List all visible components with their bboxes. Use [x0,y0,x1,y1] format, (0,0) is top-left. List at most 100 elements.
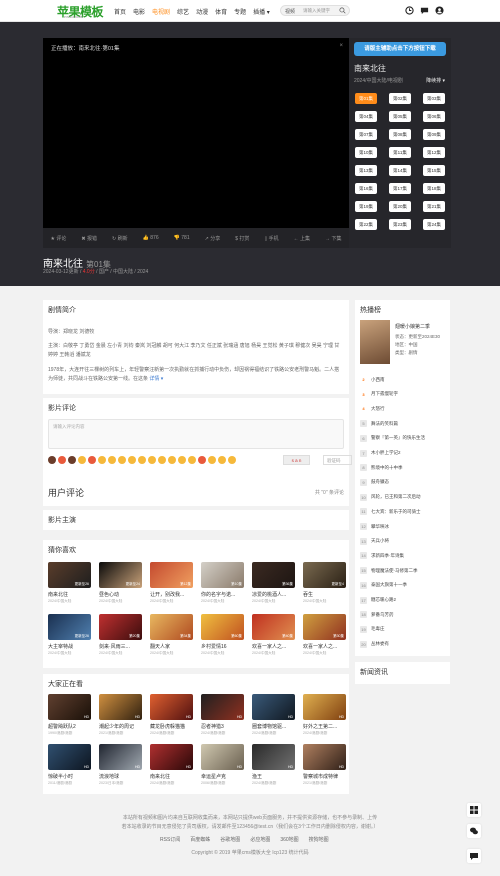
rank-item[interactable]: 13 天兵小将 [360,537,448,545]
emoji-icon[interactable] [188,456,196,464]
emoji-icon[interactable] [228,456,236,464]
video-item[interactable]: 更新至24 昼色心动 2024/中国大陆 [99,562,142,610]
video-thumbnail[interactable]: 第12集 [150,562,193,588]
episode-button[interactable]: 第02集 [389,93,411,104]
video-title[interactable]: 流浪地球 [99,773,142,780]
episode-button[interactable]: 第01集 [355,93,377,104]
footer-link-google[interactable]: 谷歌地图 [220,836,240,843]
history-icon[interactable] [405,6,414,15]
rank-item[interactable]: 7 木小胖上学记2 [360,449,448,457]
rank-item[interactable]: 6 警察『第一英』的快乐生活 [360,434,448,442]
emoji-icon[interactable] [78,456,86,464]
video-item[interactable]: HD 忍者神猎3 2024/港剧/港剧 [201,694,244,742]
report-button[interactable]: ✖ 报错 [81,235,97,242]
video-thumbnail[interactable]: 第10集 [201,562,244,588]
rank-item[interactable]: 10 风轮，已王和第二次后动 [360,493,448,501]
captcha-input[interactable]: 验证码 [323,455,352,465]
video-item[interactable]: 第60集 乡村爱情16 2024/中国大陆 [201,614,244,662]
nav-topic[interactable]: 专题 [234,7,246,16]
episode-button[interactable]: 第06集 [423,111,445,122]
episode-button[interactable]: 第15集 [423,165,445,176]
emoji-icon[interactable] [178,456,186,464]
video-thumbnail[interactable]: 第60集 [201,614,244,640]
emoji-icon[interactable] [218,456,226,464]
episode-button[interactable]: 第12集 [423,147,445,158]
footer-link-baidu[interactable]: 百度蜘蛛 [190,836,210,843]
video-title[interactable]: 忍者神猎3 [201,723,244,730]
video-thumbnail[interactable]: 第36集 [252,562,295,588]
episode-button[interactable]: 第08集 [389,129,411,140]
nav-home[interactable]: 首页 [114,7,126,16]
episode-button[interactable]: 第22集 [355,219,377,230]
video-title[interactable]: 惊破半小时 [48,773,91,780]
tip-button[interactable]: $ 打赏 [235,235,249,242]
search-box[interactable]: 视频 请输入关键字 [280,5,350,16]
video-thumbnail[interactable]: 第34集 [150,614,193,640]
episode-button[interactable]: 第07集 [355,129,377,140]
video-item[interactable]: HD 南来北往 2024/港剧/港剧 [150,744,193,792]
episode-button[interactable]: 第24集 [423,219,445,230]
search-input[interactable]: 请输入关键字 [303,8,330,14]
episode-button[interactable]: 第11集 [389,147,411,158]
video-item[interactable]: 第20集 剑来·风雨三... 2024/中国大陆 [99,614,142,662]
prev-episode-button[interactable]: ← 上集 [294,235,310,242]
emoji-icon[interactable] [198,456,206,464]
episode-button[interactable]: 第09集 [423,129,445,140]
video-title[interactable]: 大主宰特战 [48,643,91,650]
footer-link-360[interactable]: 360地图 [280,836,298,843]
float-wechat-button[interactable] [467,824,481,838]
emoji-icon[interactable] [48,456,56,464]
video-title[interactable]: 凉爱的桃酒人... [252,591,295,598]
hot-top-name[interactable]: 翅暖小娘第二季 [395,323,430,330]
dislike-button[interactable]: 👎 781 [174,235,190,241]
video-thumbnail[interactable]: HD [201,744,244,770]
video-thumbnail[interactable]: HD [48,744,91,770]
footer-link-rss[interactable]: RSS订阅 [160,836,180,843]
video-thumbnail[interactable]: 第20集 [99,614,142,640]
episode-button[interactable]: 第16集 [355,183,377,194]
video-title[interactable]: 圈套博物馆驱... [252,723,295,730]
video-thumbnail[interactable]: 第40集 [252,614,295,640]
rank-item[interactable]: 8 熊境中的十中季 [360,464,448,472]
video-title[interactable]: 超警飚跃队2 [48,723,91,730]
nav-tv[interactable]: 电视剧 [152,7,170,16]
video-title[interactable]: 你的名字与诺... [201,591,244,598]
video-player[interactable]: 正在播放：南来北往·第01集 × [43,38,349,228]
video-title[interactable]: 剑来·风雨三... [99,643,142,650]
float-phone-button[interactable] [467,803,481,817]
video-item[interactable]: HD 警察城市成特律 2021/港剧/港剧 [303,744,346,792]
video-title[interactable]: 潮起少年的周记 [99,723,142,730]
video-title[interactable]: 渔王 [252,773,295,780]
video-item[interactable]: HD 流浪地球 2023/日本/港剧 [99,744,142,792]
rank-item[interactable]: 14 求新四季·年诗集 [360,552,448,560]
download-button[interactable]: 请版主辅助点击下方按钮下载 [354,42,446,56]
video-title[interactable]: 欢喜一家人之... [303,643,346,650]
footer-link-bing[interactable]: 必应地图 [250,836,270,843]
video-title[interactable]: 警察城市成特律 [303,773,346,780]
emoji-icon[interactable] [138,456,146,464]
nav-sports[interactable]: 体育 [215,7,227,16]
video-item[interactable]: HD 藏龙卧虎躲猫猫 2024/港剧/港剧 [150,694,193,742]
rank-item[interactable]: 19 毛毒庄 [360,625,448,633]
emoji-icon[interactable] [128,456,136,464]
rank-item[interactable]: 5 舞法的笑料篇 [360,420,448,428]
rank-item[interactable]: 12 攀华映冰 [360,523,448,530]
episode-button[interactable]: 第23集 [389,219,411,230]
nav-movie[interactable]: 电影 [133,7,145,16]
nav-anime[interactable]: 动漫 [196,7,208,16]
video-thumbnail[interactable]: HD [252,744,295,770]
video-title[interactable]: 翻天人家 [150,643,193,650]
video-item[interactable]: HD 幸运星卢克 2006/港剧/港剧 [201,744,244,792]
video-title[interactable]: 乡村爱情16 [201,643,244,650]
video-thumbnail[interactable]: HD [303,744,346,770]
emoji-icon[interactable] [58,456,66,464]
video-thumbnail[interactable]: 更新至4 [303,562,346,588]
video-thumbnail[interactable]: 更新至26 [48,562,91,588]
emoji-icon[interactable] [148,456,156,464]
emoji-icon[interactable] [88,456,96,464]
episode-button[interactable]: 第04集 [355,111,377,122]
emoji-icon[interactable] [118,456,126,464]
emoji-icon[interactable] [68,456,76,464]
video-item[interactable]: 更新至26 南来北往 2024/中国大陆 [48,562,91,610]
sort-toggle[interactable]: 降续排 ▾ [426,77,445,84]
